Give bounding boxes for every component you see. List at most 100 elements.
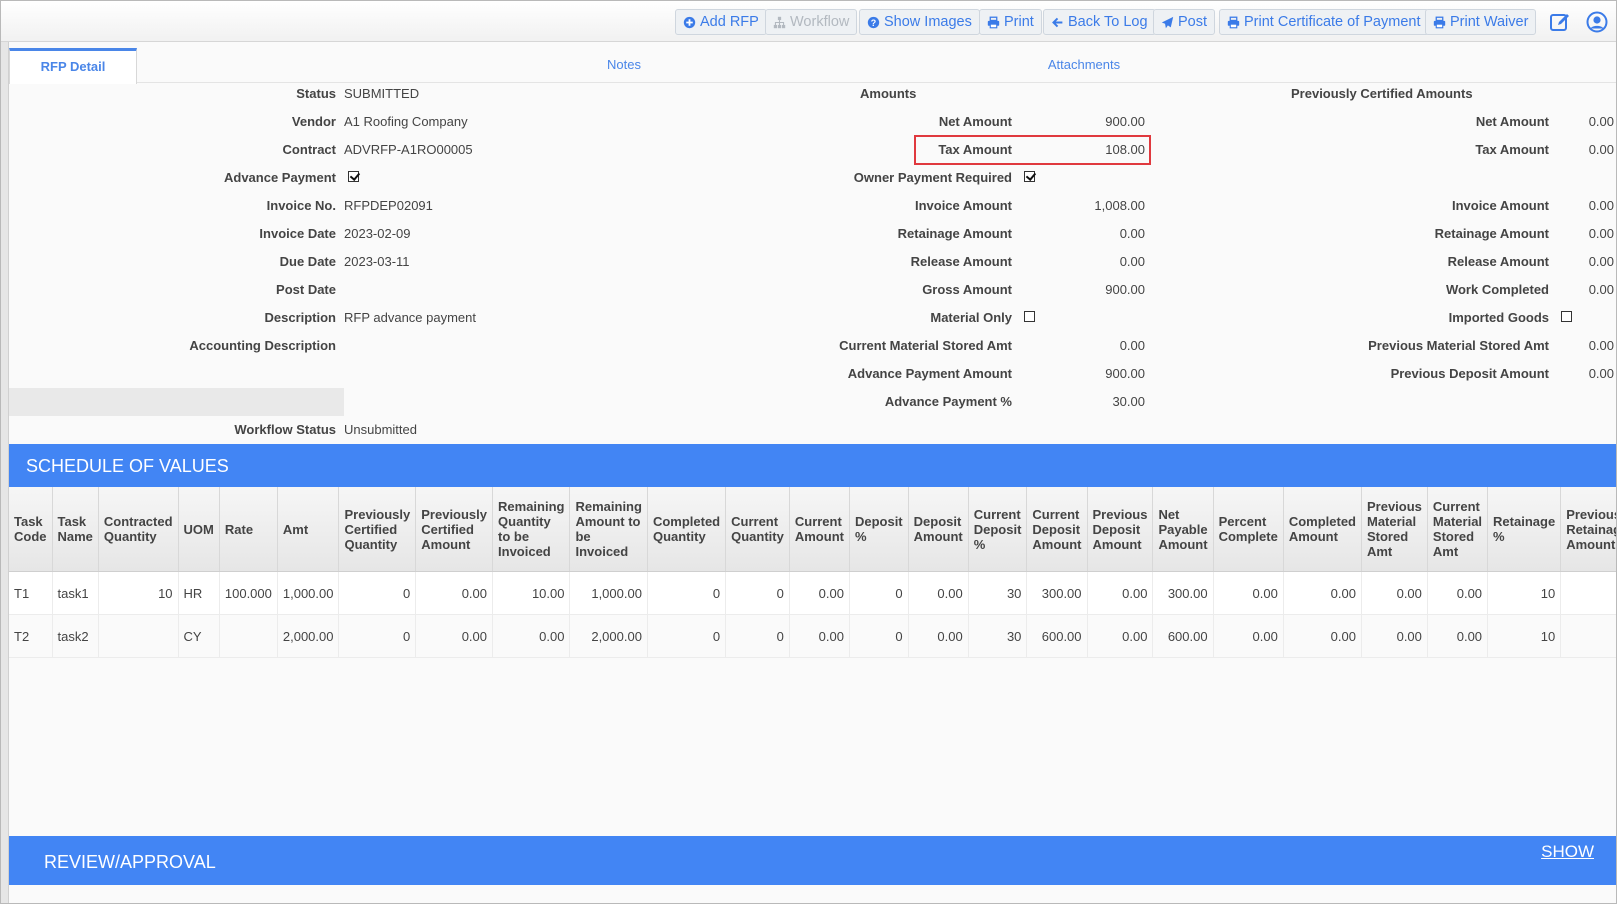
column-header[interactable]: Rate <box>219 487 278 572</box>
tab-notes[interactable]: Notes <box>569 48 679 82</box>
column-header[interactable]: Task Name <box>52 487 99 572</box>
user-circle-icon[interactable] <box>1586 11 1608 33</box>
column-header[interactable]: Current Deposit % <box>968 487 1028 572</box>
post-label: Post <box>1178 14 1208 30</box>
current-material-stored-value: 0.00 <box>1119 338 1145 353</box>
edit-icon[interactable] <box>1549 11 1571 33</box>
tab-rfp-detail[interactable]: RFP Detail <box>9 48 137 84</box>
table-cell: 0.00 <box>492 614 571 658</box>
back-to-log-label: Back To Log <box>1068 14 1148 30</box>
print-button[interactable]: Print <box>979 9 1042 35</box>
table-cell: 0 <box>725 614 790 658</box>
imported-goods-checkbox[interactable] <box>1561 311 1572 322</box>
release-amount-value: 0.00 <box>1119 254 1145 269</box>
show-images-button[interactable]: ? Show Images <box>859 9 980 35</box>
advance-payment-label: Advance Payment <box>224 170 336 185</box>
column-header[interactable]: UOM <box>178 487 220 572</box>
column-header[interactable]: Completed Quantity <box>647 487 727 572</box>
plus-circle-icon <box>683 16 696 28</box>
prev-deposit-label: Previous Deposit Amount <box>1390 366 1549 381</box>
back-to-log-button[interactable]: Back To Log <box>1043 9 1156 35</box>
table-row[interactable]: T1 task1 10 HR 100.000 1,000.00 0 0.00 10.00 1,00… <box>9 571 1616 615</box>
material-only-checkbox[interactable] <box>1024 311 1035 322</box>
add-rfp-button[interactable]: Add RFP <box>675 9 767 35</box>
owner-payment-required-checkbox[interactable] <box>1024 171 1035 182</box>
gross-amount-value: 900.00 <box>1105 282 1145 297</box>
column-header[interactable]: Amt <box>277 487 340 572</box>
status-label: Status <box>296 86 336 101</box>
table-row[interactable]: T2 task2 CY 2,000.00 0 0.00 0.00 2,000.00 0 0 0.00… <box>9 614 1616 658</box>
tab-bar: RFP Detail Notes Attachments <box>9 48 1616 84</box>
table-cell <box>1560 571 1616 615</box>
owner-payment-required-label: Owner Payment Required <box>853 170 1012 185</box>
table-cell <box>98 614 179 658</box>
column-header[interactable]: Current Amount <box>789 487 850 572</box>
table-cell: 0.00 <box>1427 571 1489 615</box>
vendor-label: Vendor <box>291 114 336 129</box>
column-header[interactable]: Previous Deposit Amount <box>1087 487 1154 572</box>
advance-payment-checkbox[interactable] <box>348 171 359 182</box>
column-header[interactable]: Completed Amount <box>1283 487 1362 572</box>
column-header[interactable]: Deposit Amount <box>908 487 969 572</box>
print-icon <box>1227 16 1240 28</box>
column-header[interactable]: Previously Certified Quantity <box>338 487 417 572</box>
column-header[interactable]: Current Quantity <box>725 487 790 572</box>
table-cell: 0.00 <box>789 571 850 615</box>
table-cell: 0.00 <box>1283 571 1362 615</box>
table-cell: 0.00 <box>415 614 494 658</box>
table-cell: 10 <box>98 571 179 615</box>
column-header[interactable]: Task Code <box>9 487 53 572</box>
table-cell: 0 <box>849 571 909 615</box>
table-cell: 0.00 <box>1087 614 1154 658</box>
review-approval-header: REVIEW/APPROVAL SHOW <box>9 836 1616 885</box>
table-cell: 0.00 <box>1213 571 1284 615</box>
column-header[interactable]: Percent Complete <box>1213 487 1284 572</box>
post-button[interactable]: Post <box>1153 9 1216 35</box>
print-waiver-button[interactable]: Print Waiver <box>1425 9 1537 35</box>
column-header[interactable]: Contracted Quantity <box>98 487 179 572</box>
column-header[interactable]: Previous Material Stored Amt <box>1361 487 1428 572</box>
table-cell: 2,000.00 <box>569 614 648 658</box>
column-header[interactable]: Net Payable Amount <box>1152 487 1214 572</box>
review-approval-show-link[interactable]: SHOW <box>1541 842 1594 862</box>
column-header[interactable]: Current Deposit Amount <box>1026 487 1088 572</box>
column-header[interactable]: Previous Retainage Amount <box>1560 487 1616 572</box>
amounts-heading: Amounts <box>860 86 917 101</box>
advance-payment-amount-label: Advance Payment Amount <box>847 366 1012 381</box>
workflow-button[interactable]: Workflow <box>765 9 858 35</box>
print-icon <box>987 16 1000 28</box>
print-certificate-button[interactable]: Print Certificate of Payment <box>1219 9 1429 35</box>
column-header[interactable]: Remaining Quantity to be Invoiced <box>492 487 571 572</box>
advance-payment-pct-label: Advance Payment % <box>884 394 1012 409</box>
table-cell <box>219 614 278 658</box>
column-header[interactable]: Deposit % <box>849 487 909 572</box>
retainage-amount-value: 0.00 <box>1119 226 1145 241</box>
schedule-of-values-table: Task Code Task Name Contracted Quantity UOM… <box>9 487 1616 687</box>
prev-tax-amount-label: Tax Amount <box>1475 142 1549 157</box>
table-cell: 300.00 <box>1026 571 1088 615</box>
column-header[interactable]: Remaining Amount to be Invoiced <box>569 487 648 572</box>
table-cell: 600.00 <box>1026 614 1088 658</box>
tab-attachments[interactable]: Attachments <box>1029 48 1139 82</box>
table-cell: 0 <box>849 614 909 658</box>
table-cell: 0 <box>338 571 417 615</box>
invoice-no-label: Invoice No. <box>266 198 336 213</box>
table-cell: 0.00 <box>1213 614 1284 658</box>
column-header[interactable]: Retainage % <box>1487 487 1562 572</box>
column-header[interactable]: Current Material Stored Amt <box>1427 487 1489 572</box>
column-header[interactable]: Previously Certified Amount <box>415 487 494 572</box>
advance-payment-amount-value: 900.00 <box>1105 366 1145 381</box>
table-cell: 10 <box>1487 571 1562 615</box>
invoice-amount-label: Invoice Amount <box>914 198 1012 213</box>
workflow-status-label: Workflow Status <box>234 422 336 437</box>
prev-release-amount-label: Release Amount <box>1447 254 1549 269</box>
prev-invoice-amount-label: Invoice Amount <box>1451 198 1549 213</box>
table-cell: HR <box>178 571 220 615</box>
table-cell: 1,000.00 <box>569 571 648 615</box>
table-cell: 0 <box>647 571 727 615</box>
print-icon <box>1433 16 1446 28</box>
material-only-label: Material Only <box>930 310 1012 325</box>
show-images-label: Show Images <box>884 14 972 30</box>
advance-payment-pct-value: 30.00 <box>1112 394 1145 409</box>
prev-retainage-amount-value: 0.00 <box>1588 226 1614 241</box>
